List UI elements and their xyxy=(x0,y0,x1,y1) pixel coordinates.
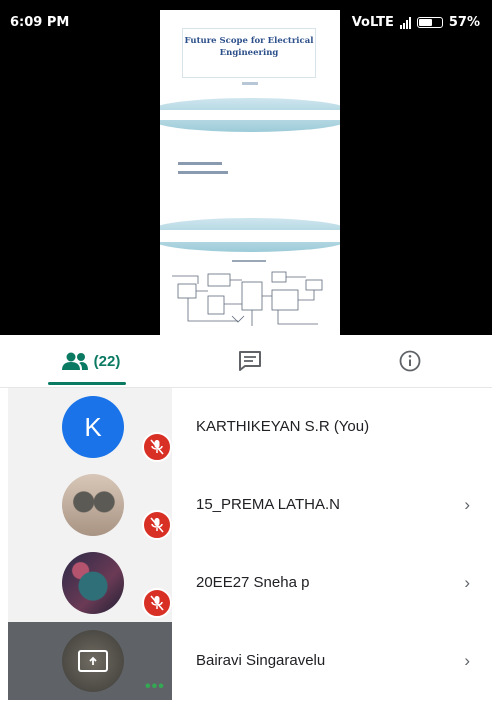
people-icon xyxy=(61,352,88,370)
slide-wave xyxy=(160,120,340,132)
chat-icon xyxy=(239,351,261,371)
slide-wave xyxy=(160,242,340,252)
slide-content xyxy=(160,120,340,230)
circuit-diagram xyxy=(172,271,323,326)
avatar xyxy=(62,630,124,692)
tab-active-indicator xyxy=(48,382,126,385)
mic-off-icon xyxy=(142,588,172,618)
participant-row[interactable]: K KARTHIKEYAN S.R (You) xyxy=(0,388,492,466)
speaking-dots-icon: ••• xyxy=(145,678,165,695)
chevron-right-icon[interactable]: › xyxy=(464,544,470,622)
participant-tile: K xyxy=(8,388,172,466)
battery-level: 57% xyxy=(448,15,480,30)
status-time: 6:09 PM xyxy=(10,15,70,30)
tab-chat[interactable] xyxy=(220,335,280,387)
tab-people[interactable]: (22) xyxy=(40,335,140,387)
network-label: VoLTE xyxy=(351,15,394,30)
signal-icon xyxy=(399,16,411,29)
slide-wave xyxy=(160,98,340,110)
participant-count: (22) xyxy=(93,352,121,370)
avatar xyxy=(62,474,124,536)
participant-name: Bairavi Singaravelu xyxy=(196,652,326,669)
tab-bar: (22) xyxy=(0,335,492,388)
participant-row[interactable]: ••• Bairavi Singaravelu › xyxy=(0,622,492,700)
slide-title-line2: Engineering xyxy=(219,48,279,58)
slide-text-lines xyxy=(178,162,228,174)
mic-off-icon xyxy=(142,510,172,540)
slide-wave xyxy=(160,218,340,230)
participant-list: K KARTHIKEYAN S.R (You) 15_PREMA LATHA.N… xyxy=(0,388,492,700)
shared-slides: Future Scope for Electrical Engineering xyxy=(160,10,340,335)
info-icon xyxy=(399,350,421,372)
participant-row[interactable]: 20EE27 Sneha p › xyxy=(0,544,492,622)
chevron-right-icon[interactable]: › xyxy=(464,466,470,544)
diagram-title-mark xyxy=(232,260,266,262)
tab-info[interactable] xyxy=(380,335,440,387)
battery-icon xyxy=(416,17,443,28)
participant-name: 20EE27 Sneha p xyxy=(196,574,310,591)
participant-tile xyxy=(8,544,172,622)
avatar-initial: K xyxy=(84,411,102,442)
chevron-right-icon[interactable]: › xyxy=(464,622,470,700)
presentation-video[interactable]: Future Scope for Electrical Engineering xyxy=(0,0,492,335)
mic-off-icon xyxy=(142,432,172,462)
participant-name: 15_PREMA LATHA.N xyxy=(196,496,340,513)
participant-row[interactable]: 15_PREMA LATHA.N › xyxy=(0,466,492,544)
present-screen-icon xyxy=(78,650,108,672)
participant-tile xyxy=(8,466,172,544)
status-bar: 6:09 PM VoLTE 57% xyxy=(0,0,492,44)
avatar: K xyxy=(62,396,124,458)
participant-name: KARTHIKEYAN S.R (You) xyxy=(196,418,370,435)
avatar xyxy=(62,552,124,614)
slide-diagram xyxy=(160,242,340,335)
participant-tile: ••• xyxy=(8,622,172,700)
slide-subtitle-mark xyxy=(242,82,258,85)
